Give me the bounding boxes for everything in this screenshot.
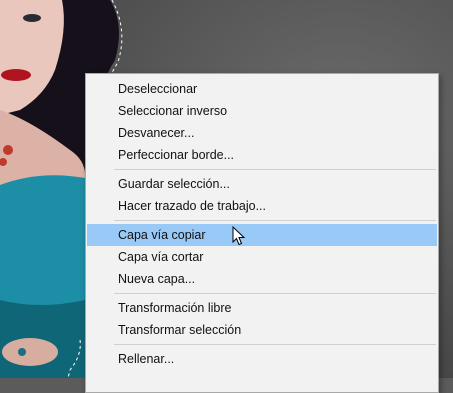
necklace-bead [3, 145, 13, 155]
lips-shape [1, 69, 31, 81]
eye-shape [23, 14, 41, 22]
menu-separator [114, 220, 436, 221]
ring-shape [18, 348, 26, 356]
dress-shadow [0, 300, 85, 378]
menu-item-layer-via-cut[interactable]: Capa vía cortar [86, 246, 438, 268]
menu-item-deselect[interactable]: Deseleccionar [86, 78, 438, 100]
menu-item-free-transform[interactable]: Transformación libre [86, 297, 438, 319]
context-menu: Deseleccionar Seleccionar inverso Desvan… [85, 73, 439, 393]
menu-item-transform-selection[interactable]: Transformar selección [86, 319, 438, 341]
menu-item-new-layer[interactable]: Nueva capa... [86, 268, 438, 290]
mouse-cursor-icon [232, 226, 246, 246]
menu-item-make-work-path[interactable]: Hacer trazado de trabajo... [86, 195, 438, 217]
menu-item-select-inverse[interactable]: Seleccionar inverso [86, 100, 438, 122]
menu-separator [114, 293, 436, 294]
menu-item-fill[interactable]: Rellenar... [86, 348, 438, 370]
menu-item-save-selection[interactable]: Guardar selección... [86, 173, 438, 195]
menu-item-layer-via-copy[interactable]: Capa vía copiar [87, 224, 437, 246]
hand-shape [2, 338, 58, 366]
menu-item-feather[interactable]: Desvanecer... [86, 122, 438, 144]
menu-separator [114, 169, 436, 170]
menu-item-refine-edge[interactable]: Perfeccionar borde... [86, 144, 438, 166]
menu-separator [114, 344, 436, 345]
